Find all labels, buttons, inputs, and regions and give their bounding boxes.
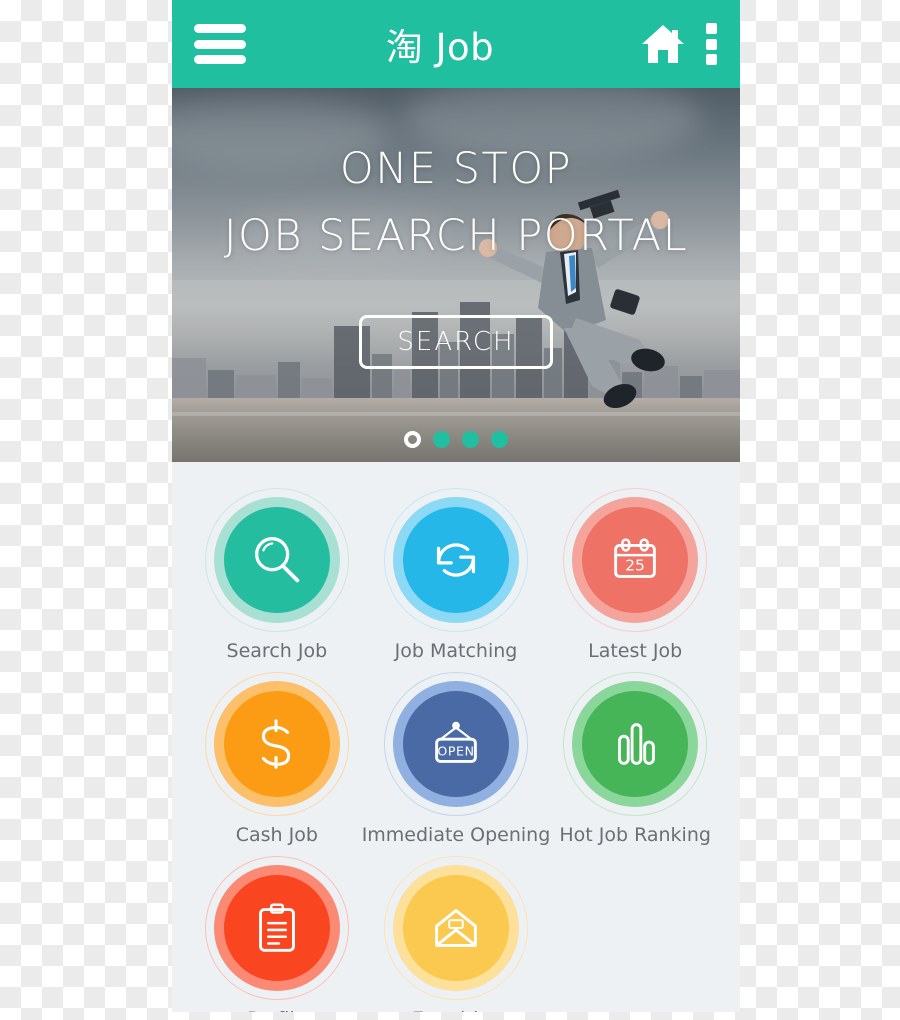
tile-hot-job-ranking[interactable]: Hot Job Ranking (550, 672, 720, 846)
tile-label: Latest Job (588, 640, 683, 662)
calendar-icon: 25 (614, 538, 656, 578)
magnifier-icon (254, 537, 300, 583)
ring-core (223, 875, 330, 981)
open-sign-icon: OPEN (435, 721, 477, 763)
dollar-icon (261, 719, 291, 769)
search-button[interactable]: SEARCH (359, 315, 553, 369)
ring-core (402, 507, 509, 613)
tile-label: Search Job (226, 640, 328, 662)
ring-core (582, 691, 689, 797)
tile-profile[interactable]: Profile (192, 856, 362, 1012)
home-icon[interactable] (640, 23, 686, 65)
calendar-day-number: 25 (625, 557, 645, 575)
ring-core: OPEN (402, 691, 509, 797)
carousel-dot-2[interactable] (433, 431, 450, 448)
tile-job-matching[interactable]: Job Matching (362, 488, 551, 662)
ring-core: 25 (582, 507, 689, 613)
tile-enquiries[interactable]: Enquiries (362, 856, 551, 1012)
overflow-dot (706, 38, 717, 50)
hero-headline-line1: ONE STOP (339, 144, 573, 194)
hamburger-bar (194, 24, 246, 33)
tile-icon-ring (383, 856, 528, 1000)
hero-headline-line2: JOB SEARCH PORTAL (223, 211, 689, 261)
phone-screen: 淘 Job ONE STOP JOB SEARCH PORTAL SEARCH … (172, 0, 740, 1012)
tile-search-job[interactable]: Search Job (192, 488, 362, 662)
hero-banner-carousel[interactable]: ONE STOP JOB SEARCH PORTAL SEARCH (172, 88, 740, 462)
tile-cash-job[interactable]: Cash Job (192, 672, 362, 846)
carousel-dot-4[interactable] (491, 431, 508, 448)
tile-label: Cash Job (235, 824, 318, 846)
ring-core (402, 875, 509, 981)
feature-grid: Search Job Job Matching 25 Latest Job Ca… (172, 462, 740, 1012)
tile-icon-ring (204, 672, 349, 816)
carousel-dot-3[interactable] (462, 431, 479, 448)
tile-icon-ring (204, 856, 349, 1000)
app-bar: 淘 Job (172, 0, 740, 88)
refresh-sync-icon (436, 543, 476, 577)
carousel-dots (172, 431, 740, 448)
ring-core (223, 507, 330, 613)
open-sign-text: OPEN (437, 744, 474, 759)
overflow-dot (706, 23, 717, 34)
envelope-open-icon (435, 909, 477, 947)
clipboard-icon (258, 903, 295, 952)
tile-label: Job Matching (394, 640, 518, 662)
tile-icon-ring: 25 (563, 488, 708, 632)
tile-label: Profile (247, 1008, 306, 1012)
tile-latest-job[interactable]: 25 Latest Job (550, 488, 720, 662)
tile-immediate-opening[interactable]: OPEN Immediate Opening (361, 672, 551, 846)
bar-chart-icon (618, 723, 655, 765)
hamburger-bar (194, 39, 246, 49)
app-bar-actions (640, 23, 718, 65)
tile-label: Immediate Opening (361, 824, 551, 846)
tile-icon-ring: OPEN (383, 672, 528, 816)
tile-label: Enquiries (412, 1008, 500, 1012)
tile-icon-ring (383, 488, 528, 632)
carousel-dot-1[interactable] (404, 431, 421, 448)
hamburger-bar (194, 55, 246, 64)
ring-core (223, 691, 330, 797)
hero-headline: ONE STOP JOB SEARCH PORTAL (172, 148, 740, 258)
more-vertical-icon[interactable] (706, 23, 718, 65)
tile-label: Hot Job Ranking (559, 824, 711, 846)
tile-icon-ring (563, 672, 708, 816)
overflow-dot (706, 54, 717, 65)
tile-icon-ring (204, 488, 349, 632)
app-title: 淘 Job (385, 26, 495, 69)
hamburger-menu-icon[interactable] (194, 24, 246, 64)
